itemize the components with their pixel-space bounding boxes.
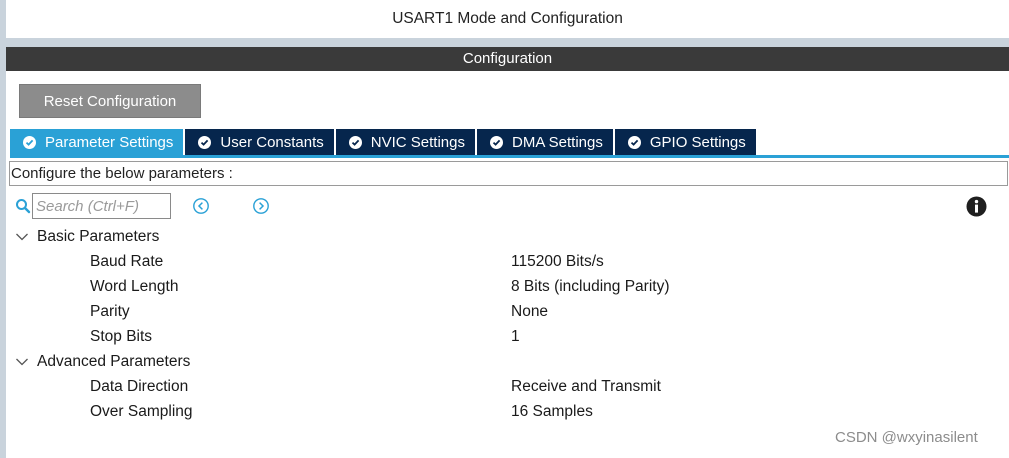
chevron-down-icon <box>15 357 31 367</box>
tab-gpio-settings[interactable]: GPIO Settings <box>614 129 756 155</box>
check-circle-icon <box>23 135 36 149</box>
tab-dma-settings[interactable]: DMA Settings <box>477 129 613 155</box>
param-value[interactable]: Receive and Transmit <box>511 374 661 399</box>
tab-label: Parameter Settings <box>45 133 174 151</box>
param-value[interactable]: 115200 Bits/s <box>511 249 604 274</box>
info-icon[interactable] <box>966 196 987 217</box>
param-row-word-length[interactable]: Word Length 8 Bits (including Parity) <box>0 274 1009 299</box>
param-name: Over Sampling <box>90 403 193 420</box>
group-basic-parameters[interactable]: Basic Parameters <box>15 224 159 249</box>
chevron-down-icon <box>15 232 31 242</box>
param-name: Word Length <box>90 278 179 295</box>
param-value[interactable]: None <box>511 299 548 324</box>
check-circle-icon <box>627 135 641 149</box>
tab-nvic-settings[interactable]: NVIC Settings <box>335 129 475 155</box>
param-value[interactable]: 1 <box>511 324 520 349</box>
param-row-data-direction[interactable]: Data Direction Receive and Transmit <box>0 374 1009 399</box>
configure-instructions: Configure the below parameters : <box>9 161 1008 186</box>
tab-user-constants[interactable]: User Constants <box>185 129 334 155</box>
param-name: Parity <box>90 303 130 320</box>
tab-label: User Constants <box>220 133 324 151</box>
param-row-parity[interactable]: Parity None <box>0 299 1009 324</box>
param-value[interactable]: 16 Samples <box>511 399 593 424</box>
circle-chevron-left-icon[interactable] <box>192 197 210 215</box>
param-row-baud-rate[interactable]: Baud Rate 115200 Bits/s <box>0 249 1009 274</box>
tab-label: NVIC Settings <box>370 133 465 151</box>
check-circle-icon <box>348 135 362 149</box>
tab-underline <box>10 155 1009 158</box>
reset-configuration-button[interactable]: Reset Configuration <box>19 84 201 118</box>
search-input[interactable] <box>32 193 171 219</box>
circle-chevron-right-icon[interactable] <box>252 197 270 215</box>
mode-title: USART1 Mode and Configuration <box>6 0 1009 38</box>
tab-label: GPIO Settings <box>649 133 746 151</box>
watermark: CSDN @wxyinasilent <box>835 429 978 446</box>
tab-parameter-settings[interactable]: Parameter Settings <box>10 129 184 155</box>
check-circle-icon <box>490 135 503 149</box>
check-circle-icon <box>198 135 212 149</box>
param-row-over-sampling[interactable]: Over Sampling 16 Samples <box>0 399 1009 424</box>
param-name: Data Direction <box>90 378 189 395</box>
param-name: Stop Bits <box>90 328 153 345</box>
configuration-section-header: Configuration <box>6 47 1009 71</box>
param-name: Baud Rate <box>90 253 164 270</box>
param-value[interactable]: 8 Bits (including Parity) <box>511 274 670 299</box>
param-row-stop-bits[interactable]: Stop Bits 1 <box>0 324 1009 349</box>
group-title: Basic Parameters <box>37 228 160 245</box>
config-tabs: Parameter Settings User Constants NVIC S… <box>10 129 758 155</box>
search-icon <box>15 198 31 214</box>
header-separator <box>6 38 1009 47</box>
group-title: Advanced Parameters <box>37 353 191 370</box>
tab-label: DMA Settings <box>512 133 603 151</box>
group-advanced-parameters[interactable]: Advanced Parameters <box>15 349 190 374</box>
